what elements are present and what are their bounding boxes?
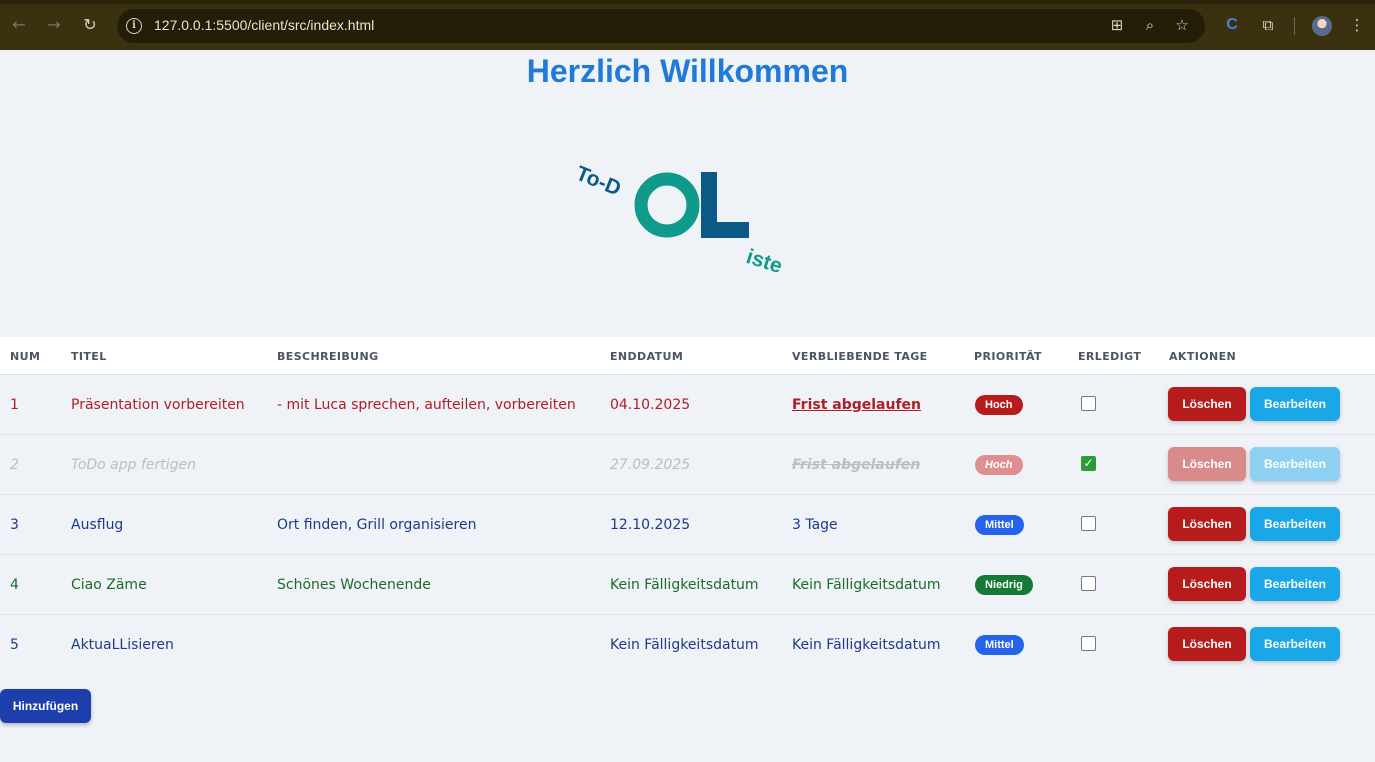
browser-toolbar: ← → ↻ i 127.0.0.1:5500/client/src/index.…	[0, 0, 1375, 50]
site-info-icon[interactable]: i	[126, 18, 142, 34]
row-description: Schönes Wochenende	[277, 577, 431, 593]
table-row: 1 Präsentation vorbereiten - mit Luca spre…	[0, 375, 1375, 435]
row-num: 4	[10, 577, 19, 593]
priority-badge: Mittel	[975, 635, 1024, 655]
address-bar[interactable]: i 127.0.0.1:5500/client/src/index.html	[117, 9, 1205, 43]
row-num: 5	[10, 637, 19, 653]
edit-button[interactable]: Bearbeiten	[1250, 567, 1340, 601]
reload-icon[interactable]: ↻	[79, 14, 101, 36]
bookmark-star-icon[interactable]: ☆	[1172, 15, 1192, 35]
tab-strip	[0, 0, 1375, 4]
row-due-date: 27.09.2025	[610, 457, 691, 473]
table-row: 4 Ciao Zäme Schönes Wochenende Kein Fälligk…	[0, 555, 1375, 615]
row-due-date: 12.10.2025	[610, 517, 691, 533]
done-checkbox[interactable]	[1081, 396, 1096, 411]
delete-button[interactable]: Löschen	[1168, 627, 1246, 661]
header-done: ERLEDIGT	[1078, 350, 1142, 363]
done-checkbox[interactable]	[1081, 576, 1096, 591]
row-title: Ciao Zäme	[71, 577, 147, 593]
logo-left-text: To-D	[573, 162, 625, 201]
row-remaining-days: Kein Fälligkeitsdatum	[792, 637, 941, 653]
edit-button[interactable]: Bearbeiten	[1250, 447, 1340, 481]
priority-badge: Niedrig	[975, 575, 1033, 595]
row-remaining-days[interactable]: Frist abgelaufen	[792, 397, 921, 413]
add-button[interactable]: Hinzufügen	[0, 689, 91, 723]
back-icon[interactable]: ←	[8, 14, 30, 36]
delete-button[interactable]: Löschen	[1168, 507, 1246, 541]
logo-letter-o	[634, 172, 700, 238]
edit-button[interactable]: Bearbeiten	[1250, 627, 1340, 661]
zoom-icon[interactable]: ⌕	[1140, 15, 1160, 35]
row-remaining-days: 3 Tage	[792, 517, 838, 533]
page-title: Herzlich Willkommen	[526, 53, 849, 89]
delete-button[interactable]: Löschen	[1168, 447, 1246, 481]
row-title: Ausflug	[71, 517, 124, 533]
todo-table: NUM TITEL BESCHREIBUNG ENDDATUM VERBLIEB…	[0, 337, 1375, 675]
row-due-date: Kein Fälligkeitsdatum	[610, 577, 759, 593]
translate-icon[interactable]: ⊞	[1107, 15, 1127, 35]
row-title: Präsentation vorbereiten	[71, 397, 245, 413]
priority-badge: Mittel	[975, 515, 1024, 535]
row-num: 2	[10, 457, 19, 473]
logo-letter-l	[701, 172, 749, 238]
priority-badge: Hoch	[975, 455, 1023, 475]
header-priority: PRIORITÄT	[974, 350, 1042, 363]
delete-button[interactable]: Löschen	[1168, 387, 1246, 421]
done-checkbox[interactable]: ✓	[1081, 456, 1096, 471]
edit-button[interactable]: Bearbeiten	[1250, 387, 1340, 421]
priority-badge: Hoch	[975, 395, 1023, 415]
logo-right-text: iste	[744, 245, 786, 278]
row-title: AktuaLLisieren	[71, 637, 174, 653]
todo-liste-logo: To-D iste	[573, 162, 786, 278]
row-description: - mit Luca sprechen, aufteilen, vorberei…	[277, 397, 576, 413]
url-text[interactable]: 127.0.0.1:5500/client/src/index.html	[154, 17, 374, 33]
done-checkbox[interactable]	[1081, 516, 1096, 531]
row-description: Ort finden, Grill organisieren	[277, 517, 477, 533]
header-remaining-days: VERBLIEBENDE TAGE	[792, 350, 928, 363]
extensions-puzzle-icon[interactable]: ⧉	[1258, 15, 1278, 35]
table-row: 2 ToDo app fertigen 27.09.2025 Frist abgela…	[0, 435, 1375, 495]
header-num: NUM	[10, 350, 41, 363]
row-due-date: 04.10.2025	[610, 397, 691, 413]
header-due-date: ENDDATUM	[610, 350, 684, 363]
table-row: 3 Ausflug Ort finden, Grill organisieren 12…	[0, 495, 1375, 555]
toolbar-divider	[1294, 17, 1295, 35]
row-num: 3	[10, 517, 19, 533]
table-header: NUM TITEL BESCHREIBUNG ENDDATUM VERBLIEB…	[0, 337, 1375, 375]
header-actions: AKTIONEN	[1169, 350, 1237, 363]
extension-c-icon[interactable]: C	[1222, 15, 1242, 35]
header-description: BESCHREIBUNG	[277, 350, 379, 363]
table-row: 5 AktuaLLisieren Kein Fälligkeitsdatum Kein…	[0, 615, 1375, 675]
row-remaining-days: Kein Fälligkeitsdatum	[792, 577, 941, 593]
row-due-date: Kein Fälligkeitsdatum	[610, 637, 759, 653]
forward-icon[interactable]: →	[43, 14, 65, 36]
row-remaining-days[interactable]: Frist abgelaufen	[792, 457, 920, 473]
header-title: TITEL	[71, 350, 107, 363]
edit-button[interactable]: Bearbeiten	[1250, 507, 1340, 541]
row-num: 1	[10, 397, 19, 413]
profile-avatar[interactable]	[1312, 16, 1332, 36]
done-checkbox[interactable]	[1081, 636, 1096, 651]
table-body: 1 Präsentation vorbereiten - mit Luca spre…	[0, 375, 1375, 675]
delete-button[interactable]: Löschen	[1168, 567, 1246, 601]
menu-kebab-icon[interactable]: ⋮	[1347, 15, 1367, 35]
row-title: ToDo app fertigen	[71, 457, 197, 473]
